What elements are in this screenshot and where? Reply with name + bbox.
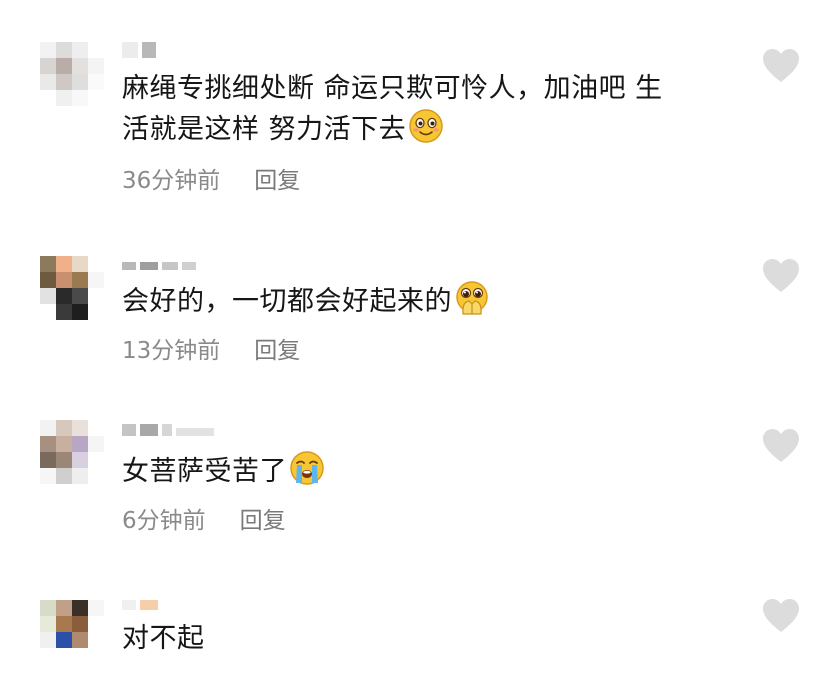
comment-text: 麻绳专挑细处断 命运只欺可怜人，加油吧 生 活就是这样 努力活下去 (122, 73, 663, 145)
heart-icon[interactable] (762, 258, 800, 294)
username[interactable] (122, 600, 158, 616)
comment-meta: 36分钟前 回复 (122, 161, 300, 195)
comment-text: 会好的，一切都会好起来的 (122, 280, 732, 321)
username[interactable] (122, 262, 196, 278)
comment-time: 13分钟前 (122, 338, 221, 364)
avatar[interactable] (40, 420, 104, 484)
comment-time: 36分钟前 (122, 168, 221, 194)
loudly-crying-emoji (290, 451, 324, 485)
comment-time: 6分钟前 (122, 508, 206, 534)
username[interactable] (122, 424, 214, 440)
heart-icon[interactable] (762, 598, 800, 634)
heart-icon[interactable] (762, 428, 800, 464)
avatar[interactable] (40, 42, 104, 106)
comment-meta: 13分钟前 回复 (122, 331, 300, 365)
avatar[interactable] (40, 256, 104, 320)
heart-icon[interactable] (762, 48, 800, 84)
avatar[interactable] (40, 600, 104, 664)
reply-button[interactable]: 回复 (254, 331, 300, 365)
blushing-smile-emoji (409, 109, 443, 143)
comment-meta: 6分钟前 回复 (122, 501, 286, 535)
comment-text: 女菩萨受苦了 (122, 450, 732, 491)
reply-button[interactable]: 回复 (254, 161, 300, 195)
username[interactable] (122, 42, 156, 58)
comment-text: 对不起 (122, 623, 205, 654)
pleading-hands-emoji (456, 281, 488, 315)
reply-button[interactable]: 回复 (240, 501, 286, 535)
